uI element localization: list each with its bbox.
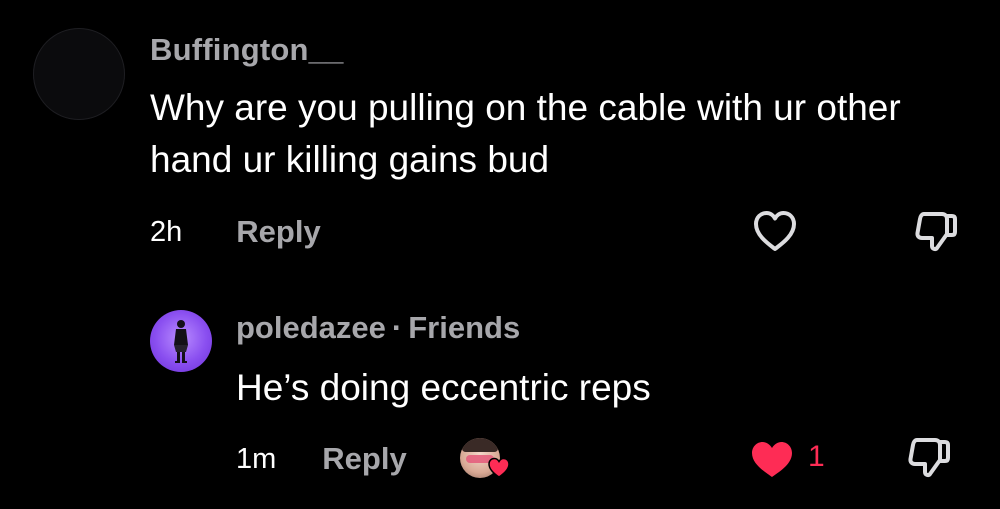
heart-badge-icon bbox=[488, 457, 510, 478]
like-count: 1 bbox=[808, 440, 825, 473]
dislike-button[interactable] bbox=[905, 434, 953, 482]
separator-dot: · bbox=[391, 310, 403, 345]
comment-username[interactable]: poledazee bbox=[236, 310, 386, 345]
comment-username[interactable]: Buffington__ bbox=[150, 32, 344, 68]
like-button[interactable] bbox=[750, 207, 800, 255]
comment-text: Why are you pulling on the cable with ur… bbox=[150, 87, 901, 180]
like-button[interactable] bbox=[748, 438, 796, 480]
comment-meta: 2h Reply bbox=[150, 210, 321, 254]
comment-meta: 1m Reply bbox=[236, 437, 407, 481]
reply-button[interactable]: Reply bbox=[236, 214, 320, 250]
comment-text: He’s doing eccentric reps bbox=[236, 367, 651, 408]
heart-filled-icon bbox=[752, 442, 792, 477]
reply-button[interactable]: Reply bbox=[322, 441, 406, 477]
friends-badge: Friends bbox=[408, 310, 521, 345]
comment-timestamp: 2h bbox=[150, 215, 183, 248]
thumbs-down-icon bbox=[908, 438, 950, 478]
avatar[interactable] bbox=[150, 310, 212, 372]
comment-timestamp: 1m bbox=[236, 442, 277, 475]
avatar-figure-icon bbox=[174, 320, 188, 363]
thumbs-down-icon bbox=[915, 212, 957, 252]
dislike-button[interactable] bbox=[912, 208, 960, 256]
avatar[interactable] bbox=[33, 28, 125, 120]
comment-username-row: poledazee · Friends bbox=[236, 310, 520, 346]
creator-liked-avatar-icon bbox=[460, 436, 512, 482]
liker-hair bbox=[462, 438, 498, 452]
heart-outline-icon bbox=[754, 211, 796, 251]
